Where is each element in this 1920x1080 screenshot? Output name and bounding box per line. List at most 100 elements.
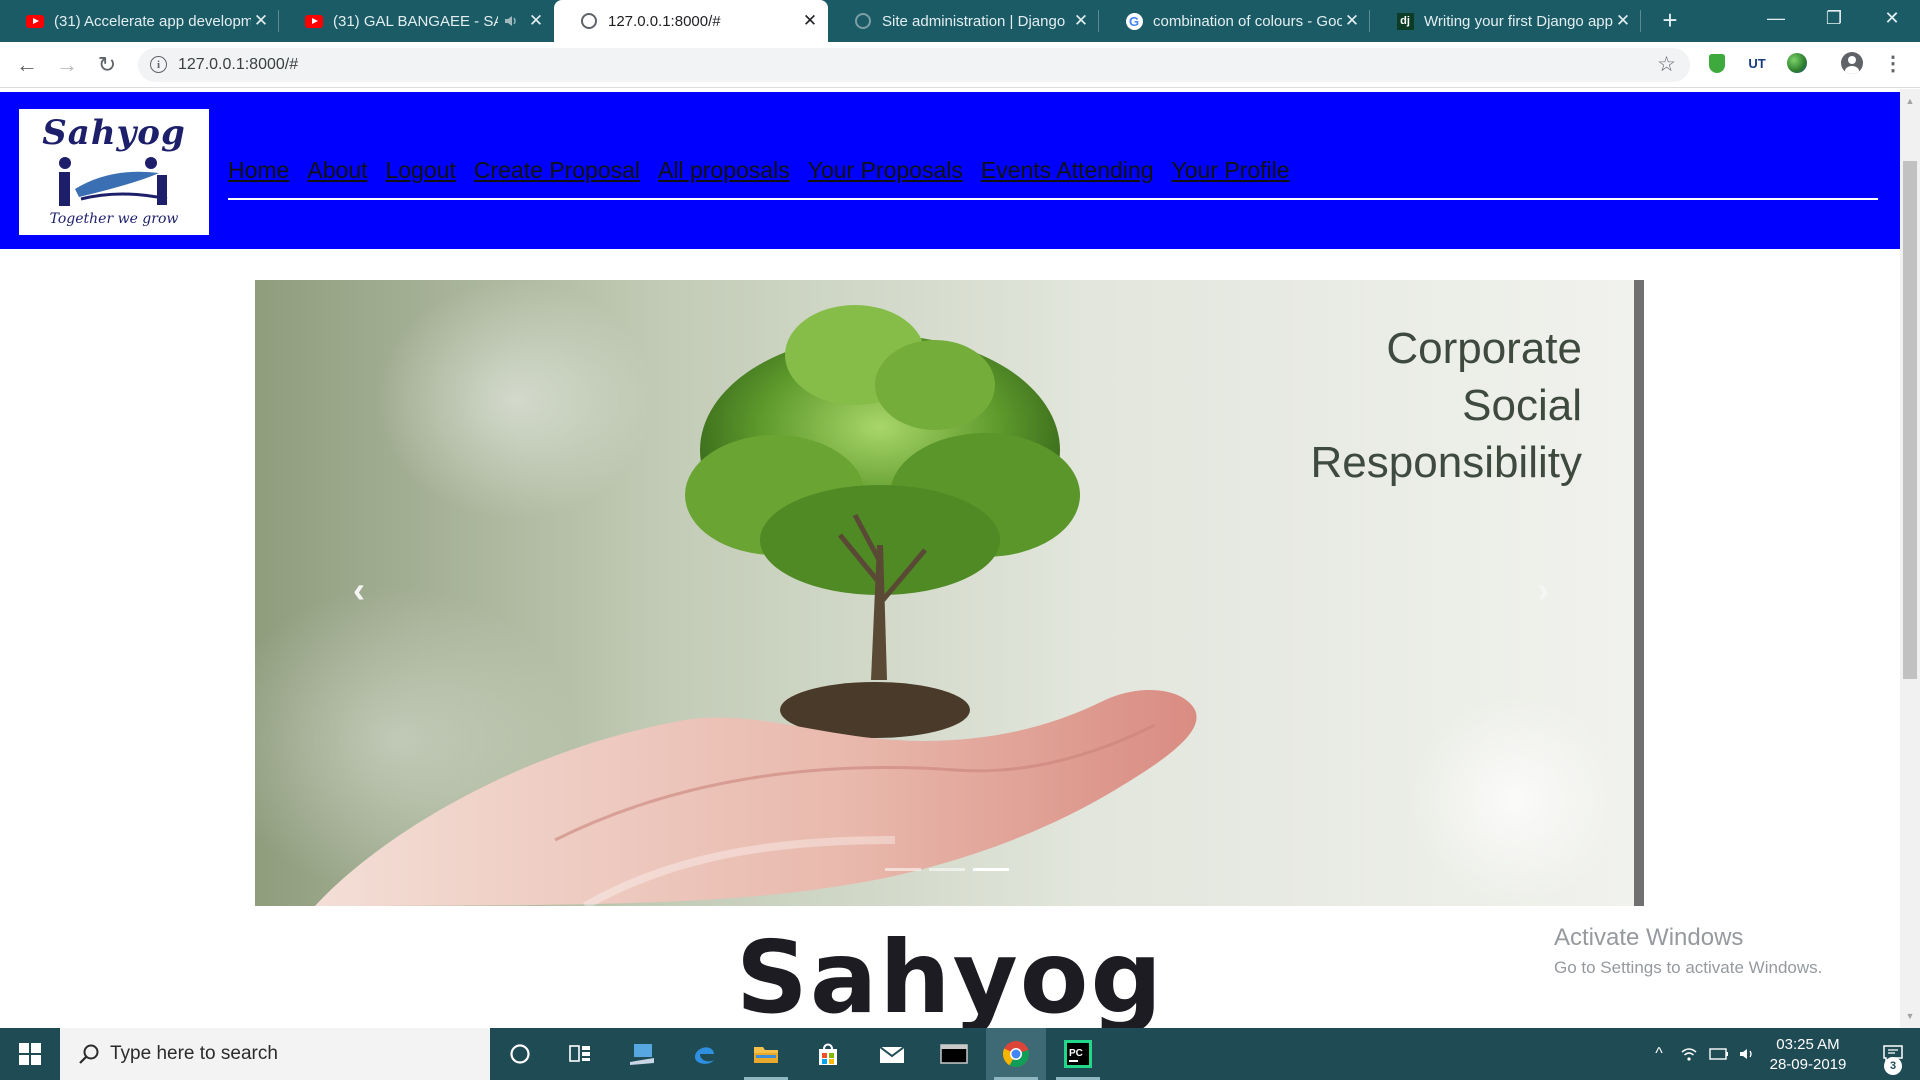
- page-scrollbar[interactable]: ▲ ▼: [1900, 89, 1920, 1028]
- globe-extension-icon[interactable]: [1786, 52, 1808, 74]
- nav-link-create-proposal[interactable]: Create Proposal: [474, 157, 640, 187]
- image-carousel[interactable]: Corporate Social Responsibility ‹ ›: [255, 280, 1644, 906]
- nav-link-your-profile[interactable]: Your Profile: [1171, 157, 1289, 187]
- file-explorer-icon[interactable]: [736, 1028, 796, 1080]
- tab-youtube-accelerate[interactable]: (31) Accelerate app developm ✕: [0, 0, 279, 42]
- tab-title: (31) GAL BANGAEE - SAH: [333, 12, 498, 30]
- tab-django-admin[interactable]: Site administration | Django ✕: [828, 0, 1099, 42]
- watermark-title: Activate Windows: [1554, 924, 1744, 951]
- nav-divider: [228, 198, 1878, 200]
- browser-tab-strip: (31) Accelerate app developm ✕ (31) GAL …: [0, 0, 1920, 42]
- volume-icon[interactable]: [1734, 1028, 1760, 1080]
- slide-caption: Corporate Social Responsibility: [1311, 320, 1582, 491]
- watermark-subtitle: Go to Settings to activate Windows.: [1554, 958, 1823, 977]
- browser-toolbar: ← → ↻ i 127.0.0.1:8000/# ☆: [0, 42, 1920, 88]
- address-bar[interactable]: i 127.0.0.1:8000/# ☆: [138, 48, 1690, 82]
- activate-windows-watermark: Activate Windows Go to Settings to activ…: [1554, 924, 1822, 978]
- forward-button[interactable]: →: [53, 51, 81, 79]
- nav-link-your-proposals[interactable]: Your Proposals: [808, 157, 963, 187]
- store-icon[interactable]: [798, 1028, 858, 1080]
- task-view-icon[interactable]: [550, 1028, 610, 1080]
- logo-wordmark: Sahyog: [42, 113, 186, 153]
- chrome-icon[interactable]: [986, 1028, 1046, 1080]
- carousel-next-chevron-icon[interactable]: ›: [1523, 565, 1563, 615]
- browser-menu-icon[interactable]: ⋮: [1882, 52, 1904, 75]
- tab-close-icon[interactable]: ✕: [251, 11, 271, 31]
- page-viewport: Sahyog Together we grow Home About Logou…: [0, 89, 1900, 1028]
- tab-youtube-gal-bangaee[interactable]: (31) GAL BANGAEE - SAH ✕: [279, 0, 554, 42]
- carousel-indicators: [885, 868, 1009, 871]
- carousel-indicator[interactable]: [929, 868, 965, 871]
- profile-icon[interactable]: [1841, 52, 1863, 74]
- taskbar-search-box[interactable]: Type here to search: [60, 1028, 490, 1080]
- youtube-icon: [305, 12, 323, 30]
- tab-separator: [1640, 10, 1641, 32]
- mail-icon[interactable]: [862, 1028, 922, 1080]
- caption-line: Corporate: [1386, 324, 1582, 373]
- speaker-icon[interactable]: [502, 12, 520, 30]
- tab-close-icon[interactable]: ✕: [1342, 11, 1362, 31]
- reload-button[interactable]: ↻: [93, 51, 121, 79]
- carousel-indicator[interactable]: [973, 868, 1009, 871]
- taskbar-clock[interactable]: 03:25 AM 28-09-2019: [1758, 1035, 1858, 1075]
- close-window-button[interactable]: ✕: [1864, 0, 1920, 36]
- bookmark-star-icon[interactable]: ☆: [1657, 52, 1676, 77]
- notification-count-badge: 3: [1884, 1057, 1902, 1075]
- tab-close-icon[interactable]: ✕: [1613, 11, 1633, 31]
- svg-text:PC: PC: [1069, 1048, 1083, 1059]
- nav-link-logout[interactable]: Logout: [385, 157, 455, 187]
- network-app-icon[interactable]: [612, 1028, 672, 1080]
- search-placeholder[interactable]: Type here to search: [110, 1043, 278, 1065]
- tray-overflow-chevron-icon[interactable]: ^: [1644, 1028, 1674, 1080]
- shield-extension-icon[interactable]: [1706, 52, 1728, 74]
- slide-edge: [1634, 280, 1644, 906]
- site-navbar: Sahyog Together we grow Home About Logou…: [0, 92, 1900, 249]
- tab-django-docs[interactable]: dj Writing your first Django app ✕: [1370, 0, 1641, 42]
- ut-extension-icon[interactable]: UT: [1746, 52, 1768, 74]
- terminal-icon[interactable]: [924, 1028, 984, 1080]
- pycharm-icon[interactable]: PC: [1048, 1028, 1108, 1080]
- windows-start-icon[interactable]: [0, 1028, 60, 1080]
- tab-title: (31) Accelerate app developm: [54, 12, 251, 30]
- windows-taskbar: Type here to search PC ^ 03:25 AM 28-09-…: [0, 1028, 1920, 1080]
- tab-localhost[interactable]: 127.0.0.1:8000/# ✕: [554, 0, 828, 42]
- site-info-icon[interactable]: i: [150, 56, 167, 73]
- tab-close-icon[interactable]: ✕: [1071, 11, 1091, 31]
- wifi-icon[interactable]: [1674, 1028, 1704, 1080]
- scroll-up-arrow-icon[interactable]: ▲: [1900, 93, 1920, 109]
- logo-tagline: Together we grow: [49, 211, 179, 227]
- tab-close-icon[interactable]: ✕: [526, 11, 546, 31]
- carousel-indicator[interactable]: [885, 868, 921, 871]
- edge-icon[interactable]: [674, 1028, 734, 1080]
- scrollbar-thumb[interactable]: [1903, 161, 1917, 679]
- clock-time: 03:25 AM: [1776, 1036, 1840, 1053]
- globe-icon: [580, 12, 598, 30]
- nav-link-all-proposals[interactable]: All proposals: [658, 157, 790, 187]
- nav-link-events-attending[interactable]: Events Attending: [981, 157, 1154, 187]
- site-nav-links: Home About Logout Create Proposal All pr…: [228, 157, 1290, 187]
- google-icon: G: [1125, 12, 1143, 30]
- tab-title: combination of colours - Goo: [1153, 12, 1342, 30]
- tab-title: 127.0.0.1:8000/#: [608, 12, 721, 30]
- carousel-prev-chevron-icon[interactable]: ‹: [339, 565, 379, 615]
- tab-close-icon[interactable]: ✕: [800, 11, 820, 31]
- minimize-button[interactable]: —: [1748, 0, 1804, 36]
- clock-date: 28-09-2019: [1769, 1056, 1847, 1073]
- cortana-icon[interactable]: [490, 1028, 550, 1080]
- new-tab-button[interactable]: +: [1656, 6, 1684, 34]
- back-button[interactable]: ←: [13, 51, 41, 79]
- tab-title: Writing your first Django app: [1424, 12, 1613, 30]
- restore-button[interactable]: ❐: [1806, 0, 1862, 36]
- address-url[interactable]: 127.0.0.1:8000/#: [178, 56, 298, 74]
- nav-link-home[interactable]: Home: [228, 157, 289, 187]
- tab-title: Site administration | Django: [882, 12, 1066, 30]
- logo-figures-icon: [59, 157, 168, 206]
- nav-link-about[interactable]: About: [307, 157, 367, 187]
- battery-icon[interactable]: [1704, 1028, 1734, 1080]
- site-logo[interactable]: Sahyog Together we grow: [19, 109, 209, 235]
- scroll-down-arrow-icon[interactable]: ▼: [1900, 1008, 1920, 1024]
- django-icon: dj: [1396, 12, 1414, 30]
- tab-google-search[interactable]: G combination of colours - Goo ✕: [1099, 0, 1370, 42]
- youtube-icon: [26, 12, 44, 30]
- caption-line: Social: [1462, 381, 1582, 430]
